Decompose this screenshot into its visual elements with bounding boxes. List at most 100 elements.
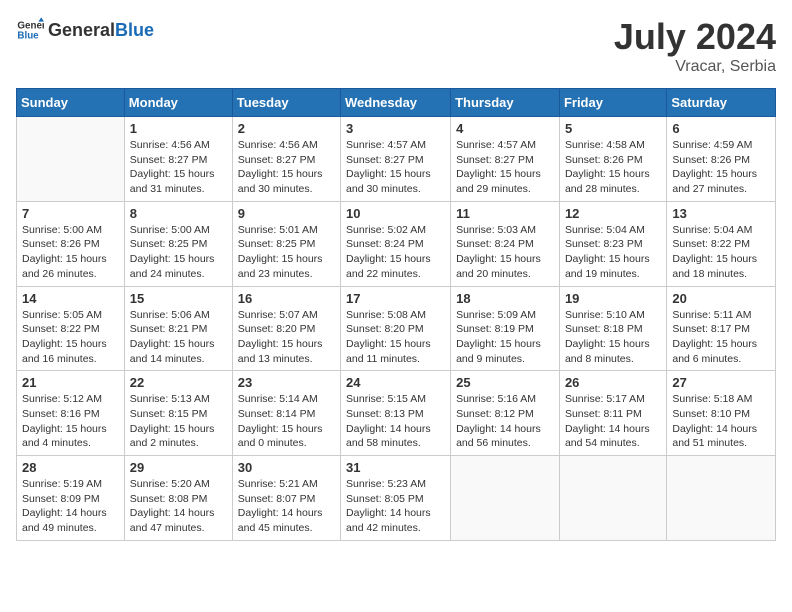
calendar-day-cell [17, 117, 125, 202]
day-info: Sunrise: 4:57 AM Sunset: 8:27 PM Dayligh… [346, 138, 445, 197]
day-number: 10 [346, 206, 445, 221]
day-info: Sunrise: 5:06 AM Sunset: 8:21 PM Dayligh… [130, 308, 227, 367]
calendar-day-cell: 22 Sunrise: 5:13 AM Sunset: 8:15 PM Dayli… [124, 371, 232, 456]
calendar-day-cell: 27 Sunrise: 5:18 AM Sunset: 8:10 PM Dayli… [667, 371, 776, 456]
svg-text:Blue: Blue [17, 30, 39, 41]
day-number: 16 [238, 291, 335, 306]
logo: General Blue GeneralBlue [16, 16, 154, 44]
calendar-weekday-header: Wednesday [341, 89, 451, 117]
day-number: 2 [238, 121, 335, 136]
day-number: 31 [346, 460, 445, 475]
calendar-day-cell: 4Sunrise: 4:57 AM Sunset: 8:27 PM Daylig… [451, 117, 560, 202]
day-number: 30 [238, 460, 335, 475]
calendar-header-row: SundayMondayTuesdayWednesdayThursdayFrid… [17, 89, 776, 117]
day-number: 29 [130, 460, 227, 475]
day-info: Sunrise: 5:17 AM Sunset: 8:11 PM Dayligh… [565, 392, 661, 451]
day-info: Sunrise: 5:01 AM Sunset: 8:25 PM Dayligh… [238, 223, 335, 282]
day-info: Sunrise: 5:20 AM Sunset: 8:08 PM Dayligh… [130, 477, 227, 536]
day-info: Sunrise: 5:00 AM Sunset: 8:25 PM Dayligh… [130, 223, 227, 282]
day-info: Sunrise: 5:04 AM Sunset: 8:22 PM Dayligh… [672, 223, 770, 282]
calendar-day-cell: 3 Sunrise: 4:57 AM Sunset: 8:27 PM Daylig… [341, 117, 451, 202]
day-info: Sunrise: 5:14 AM Sunset: 8:14 PM Dayligh… [238, 392, 335, 451]
calendar-day-cell: 11 Sunrise: 5:03 AM Sunset: 8:24 PM Dayli… [451, 201, 560, 286]
location-subtitle: Vracar, Serbia [614, 58, 776, 76]
calendar-week-row: 7 Sunrise: 5:00 AM Sunset: 8:26 PM Daylig… [17, 201, 776, 286]
day-number: 23 [238, 375, 335, 390]
day-number: 19 [565, 291, 661, 306]
day-info: Sunrise: 4:56 AM Sunset: 8:27 PM Dayligh… [238, 138, 335, 197]
title-block: July 2024 Vracar, Serbia [614, 16, 776, 76]
logo-blue-text: Blue [115, 20, 154, 41]
day-number: 28 [22, 460, 119, 475]
day-info: Sunrise: 5:00 AM Sunset: 8:26 PM Dayligh… [22, 223, 119, 282]
calendar-day-cell: 16 Sunrise: 5:07 AM Sunset: 8:20 PM Dayli… [232, 286, 340, 371]
calendar-week-row: 21 Sunrise: 5:12 AM Sunset: 8:16 PM Dayli… [17, 371, 776, 456]
calendar-day-cell: 13 Sunrise: 5:04 AM Sunset: 8:22 PM Dayli… [667, 201, 776, 286]
day-number: 7 [22, 206, 119, 221]
logo-general-text: General [48, 20, 115, 41]
calendar-day-cell: 24 Sunrise: 5:15 AM Sunset: 8:13 PM Dayli… [341, 371, 451, 456]
calendar-day-cell: 25Sunrise: 5:16 AM Sunset: 8:12 PM Dayli… [451, 371, 560, 456]
day-number: 14 [22, 291, 119, 306]
calendar-day-cell: 8Sunrise: 5:00 AM Sunset: 8:25 PM Daylig… [124, 201, 232, 286]
day-number: 20 [672, 291, 770, 306]
day-number: 4 [456, 121, 554, 136]
day-number: 9 [238, 206, 335, 221]
calendar-day-cell: 10Sunrise: 5:02 AM Sunset: 8:24 PM Dayli… [341, 201, 451, 286]
day-info: Sunrise: 5:12 AM Sunset: 8:16 PM Dayligh… [22, 392, 119, 451]
day-number: 12 [565, 206, 661, 221]
day-info: Sunrise: 5:18 AM Sunset: 8:10 PM Dayligh… [672, 392, 770, 451]
calendar-day-cell: 20Sunrise: 5:11 AM Sunset: 8:17 PM Dayli… [667, 286, 776, 371]
calendar-week-row: 14 Sunrise: 5:05 AM Sunset: 8:22 PM Dayli… [17, 286, 776, 371]
day-number: 5 [565, 121, 661, 136]
day-info: Sunrise: 5:07 AM Sunset: 8:20 PM Dayligh… [238, 308, 335, 367]
calendar-day-cell: 14 Sunrise: 5:05 AM Sunset: 8:22 PM Dayli… [17, 286, 125, 371]
day-info: Sunrise: 5:23 AM Sunset: 8:05 PM Dayligh… [346, 477, 445, 536]
month-year-title: July 2024 [614, 16, 776, 58]
calendar-day-cell: 5 Sunrise: 4:58 AM Sunset: 8:26 PM Daylig… [559, 117, 666, 202]
day-info: Sunrise: 5:13 AM Sunset: 8:15 PM Dayligh… [130, 392, 227, 451]
day-info: Sunrise: 5:15 AM Sunset: 8:13 PM Dayligh… [346, 392, 445, 451]
calendar-week-row: 1 Sunrise: 4:56 AM Sunset: 8:27 PM Daylig… [17, 117, 776, 202]
day-info: Sunrise: 5:10 AM Sunset: 8:18 PM Dayligh… [565, 308, 661, 367]
calendar-day-cell: 12Sunrise: 5:04 AM Sunset: 8:23 PM Dayli… [559, 201, 666, 286]
day-info: Sunrise: 5:19 AM Sunset: 8:09 PM Dayligh… [22, 477, 119, 536]
calendar-day-cell: 26 Sunrise: 5:17 AM Sunset: 8:11 PM Dayli… [559, 371, 666, 456]
calendar-weekday-header: Sunday [17, 89, 125, 117]
calendar-weekday-header: Tuesday [232, 89, 340, 117]
calendar-table: SundayMondayTuesdayWednesdayThursdayFrid… [16, 88, 776, 541]
day-info: Sunrise: 5:09 AM Sunset: 8:19 PM Dayligh… [456, 308, 554, 367]
calendar-day-cell: 17Sunrise: 5:08 AM Sunset: 8:20 PM Dayli… [341, 286, 451, 371]
calendar-day-cell: 23 Sunrise: 5:14 AM Sunset: 8:14 PM Dayli… [232, 371, 340, 456]
calendar-day-cell [451, 456, 560, 541]
page-header: General Blue GeneralBlue July 2024 Vraca… [16, 16, 776, 76]
day-number: 3 [346, 121, 445, 136]
day-info: Sunrise: 4:56 AM Sunset: 8:27 PM Dayligh… [130, 138, 227, 197]
day-number: 25 [456, 375, 554, 390]
calendar-day-cell [667, 456, 776, 541]
day-number: 18 [456, 291, 554, 306]
calendar-day-cell [559, 456, 666, 541]
day-info: Sunrise: 5:08 AM Sunset: 8:20 PM Dayligh… [346, 308, 445, 367]
day-number: 1 [130, 121, 227, 136]
calendar-week-row: 28 Sunrise: 5:19 AM Sunset: 8:09 PM Dayli… [17, 456, 776, 541]
day-number: 27 [672, 375, 770, 390]
day-number: 21 [22, 375, 119, 390]
calendar-day-cell: 29 Sunrise: 5:20 AM Sunset: 8:08 PM Dayli… [124, 456, 232, 541]
calendar-day-cell: 2 Sunrise: 4:56 AM Sunset: 8:27 PM Daylig… [232, 117, 340, 202]
logo-icon: General Blue [16, 16, 44, 44]
day-number: 15 [130, 291, 227, 306]
calendar-weekday-header: Friday [559, 89, 666, 117]
day-number: 13 [672, 206, 770, 221]
day-number: 11 [456, 206, 554, 221]
day-number: 22 [130, 375, 227, 390]
day-number: 26 [565, 375, 661, 390]
day-number: 24 [346, 375, 445, 390]
day-info: Sunrise: 4:58 AM Sunset: 8:26 PM Dayligh… [565, 138, 661, 197]
calendar-weekday-header: Saturday [667, 89, 776, 117]
day-info: Sunrise: 5:03 AM Sunset: 8:24 PM Dayligh… [456, 223, 554, 282]
day-number: 6 [672, 121, 770, 136]
day-info: Sunrise: 5:21 AM Sunset: 8:07 PM Dayligh… [238, 477, 335, 536]
calendar-day-cell: 21 Sunrise: 5:12 AM Sunset: 8:16 PM Dayli… [17, 371, 125, 456]
day-info: Sunrise: 5:05 AM Sunset: 8:22 PM Dayligh… [22, 308, 119, 367]
